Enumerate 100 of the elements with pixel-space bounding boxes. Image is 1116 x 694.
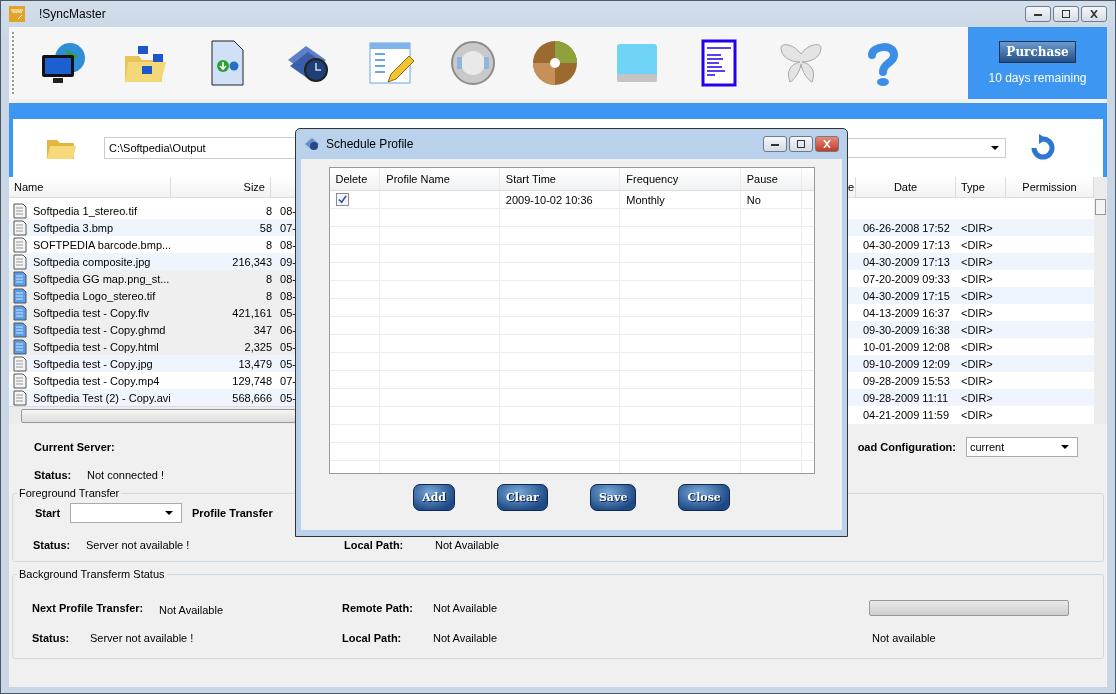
remote-date: 10-01-2009 12:08 xyxy=(863,340,951,353)
file-date: 07- xyxy=(280,221,296,234)
path-field[interactable]: C:\Softpedia\Output xyxy=(104,137,296,159)
caret-icon xyxy=(1061,445,1069,449)
file-row[interactable]: Softpedia Test (2) - Copy.avi 568,666 05- xyxy=(9,389,296,406)
remote-type: <DIR> xyxy=(961,238,993,251)
field-label: oad Configuration: xyxy=(857,441,956,453)
remote-type: <DIR> xyxy=(961,255,993,268)
maximize-button[interactable] xyxy=(789,136,813,152)
checkbox[interactable] xyxy=(335,193,349,206)
field-label: Start xyxy=(35,507,62,519)
maximize-icon xyxy=(795,140,807,148)
file-name: Softpedia test - Copy.ghmd xyxy=(33,323,167,336)
column-header[interactable]: Date xyxy=(856,177,956,197)
trial-note: 10 days remaining xyxy=(988,71,1087,85)
minimize-button[interactable] xyxy=(763,136,787,152)
file-row[interactable]: Softpedia 3.bmp 58 07- xyxy=(9,219,296,236)
table-cell: No xyxy=(746,193,761,206)
horizontal-scrollbar[interactable] xyxy=(9,406,296,424)
remote-type: <DIR> xyxy=(961,272,993,285)
remote-date: 04-30-2009 17:15 xyxy=(863,289,951,302)
file-size: 2,325 xyxy=(243,340,273,353)
close-icon xyxy=(821,140,833,148)
configuration-combo[interactable]: current xyxy=(966,437,1078,457)
file-row[interactable]: Softpedia 1_stereo.tif 8 08- xyxy=(9,202,296,219)
maximize-button[interactable] xyxy=(1053,6,1079,22)
column-header[interactable]: Start Time xyxy=(499,168,621,190)
dialog-button[interactable]: Close xyxy=(678,484,730,511)
file-name: Softpedia composite.jpg xyxy=(33,255,152,268)
file-date: 05- xyxy=(280,391,296,404)
file-date: 07- xyxy=(280,374,296,387)
file-icon xyxy=(13,372,27,389)
remote-date: 04-30-2009 17:13 xyxy=(863,238,951,251)
connection-status: Not connected ! xyxy=(87,469,165,481)
dialog-button[interactable]: Save xyxy=(589,484,637,511)
file-date: 08- xyxy=(280,272,296,285)
file-icon xyxy=(13,338,27,355)
remote-date: 09-30-2009 16:38 xyxy=(863,323,951,336)
column-header[interactable]: Profile Name xyxy=(380,168,500,190)
file-icon xyxy=(13,355,27,372)
field-label: Status: xyxy=(32,632,71,644)
field-label: Next Profile Transfer: xyxy=(32,602,145,614)
group-title: Background Transferm Status xyxy=(18,568,166,580)
file-row[interactable]: Softpedia test - Copy.mp4 129,748 07- xyxy=(9,372,296,389)
file-row[interactable]: Softpedia composite.jpg 216,343 09- xyxy=(9,253,296,270)
caret-icon xyxy=(165,511,173,515)
remote-date: 07-20-2009 09:33 xyxy=(863,272,951,285)
column-header[interactable]: Type xyxy=(956,177,1006,197)
vertical-scrollbar[interactable] xyxy=(1094,177,1107,424)
file-size: 8 xyxy=(264,272,273,285)
cd-button[interactable] xyxy=(530,38,580,88)
file-date: 08- xyxy=(280,238,296,251)
file-row[interactable]: Softpedia test - Copy.flv 421,161 05- xyxy=(9,304,296,321)
file-size: 216,343 xyxy=(231,255,273,268)
file-date: 05- xyxy=(280,357,296,370)
remote-type: <DIR> xyxy=(961,357,993,370)
field-label: Profile Transfer xyxy=(192,507,273,519)
close-icon xyxy=(1088,10,1100,18)
column-header[interactable]: Size xyxy=(171,177,271,197)
column-header[interactable]: Delete xyxy=(329,168,381,190)
window-title: !SyncMaster xyxy=(39,7,106,21)
remote-type: <DIR> xyxy=(961,289,993,302)
purchase-button[interactable]: Purchase xyxy=(999,41,1076,63)
file-row[interactable]: Softpedia test - Copy.ghmd 347 06- xyxy=(9,321,296,338)
remote-date: 04-21-2009 11:59 xyxy=(863,408,951,421)
file-row[interactable]: Softpedia Logo_stereo.tif 8 08- xyxy=(9,287,296,304)
disc-drive-button[interactable] xyxy=(448,38,498,88)
file-date: 05- xyxy=(280,306,296,319)
file-row[interactable]: Softpedia test - Copy.jpg 13,479 05- xyxy=(9,355,296,372)
dialog-button[interactable]: Add xyxy=(413,484,456,511)
table-cell: Monthly xyxy=(626,193,665,206)
column-header[interactable]: Frequency xyxy=(620,168,741,190)
file-size: 8 xyxy=(264,204,273,217)
file-date: 06- xyxy=(280,323,296,336)
dialog-title: Schedule Profile xyxy=(326,137,414,151)
start-combo[interactable] xyxy=(70,503,182,523)
file-name: Softpedia test - Copy.html xyxy=(33,340,160,353)
file-row[interactable]: Softpedia test - Copy.html 2,325 05- xyxy=(9,338,296,355)
column-header[interactable]: Pause xyxy=(740,168,802,190)
caret-icon xyxy=(991,146,999,150)
field-label: Current Server: xyxy=(34,441,115,453)
file-icon xyxy=(13,287,27,304)
field-label: Remote Path: xyxy=(342,602,414,614)
minimize-button[interactable] xyxy=(1025,6,1051,22)
dialog-button[interactable]: Clear xyxy=(497,484,548,511)
file-icon xyxy=(13,270,27,287)
app-icon xyxy=(9,6,25,22)
close-button[interactable] xyxy=(1081,6,1107,22)
file-row[interactable]: Softpedia GG map.png_st... 8 08- xyxy=(9,270,296,287)
app-icon xyxy=(304,136,320,152)
file-size: 421,161 xyxy=(231,306,273,319)
file-icon xyxy=(13,236,27,253)
column-header[interactable]: Name xyxy=(9,177,171,197)
close-button[interactable] xyxy=(815,136,839,152)
next-transfer-value: Not Available xyxy=(159,603,224,616)
file-icon xyxy=(13,202,27,219)
remote-date: 09-28-2009 11:11 xyxy=(863,391,950,404)
file-row[interactable]: SOFTPEDIA barcode.bmp... 8 08- xyxy=(9,236,296,253)
remote-type: <DIR> xyxy=(961,340,993,353)
file-name: Softpedia Test (2) - Copy.avi xyxy=(33,391,172,404)
